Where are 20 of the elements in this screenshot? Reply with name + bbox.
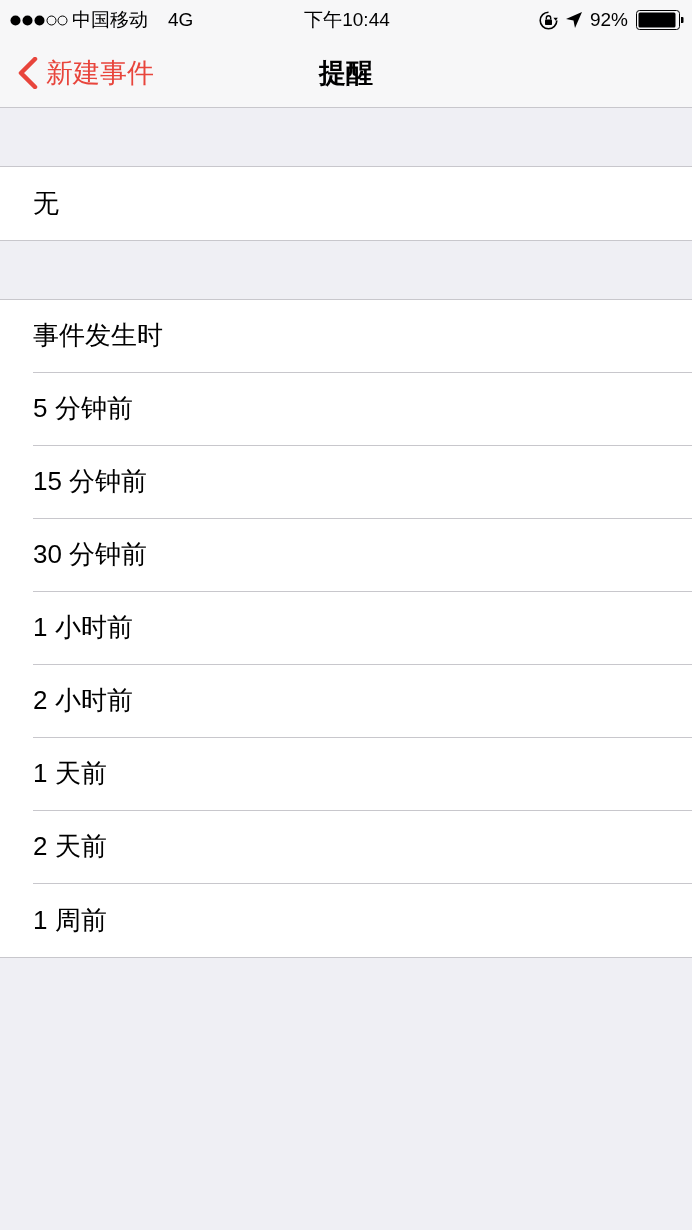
reminder-option[interactable]: 15 分钟前 bbox=[33, 446, 692, 519]
location-arrow-icon bbox=[565, 12, 582, 28]
back-chevron-icon bbox=[18, 57, 38, 90]
reminder-option[interactable]: 2 天前 bbox=[33, 811, 692, 884]
reminder-option[interactable]: 事件发生时 bbox=[33, 300, 692, 373]
reminder-option[interactable]: 2 小时前 bbox=[33, 665, 692, 738]
back-button[interactable]: 新建事件 bbox=[0, 53, 160, 94]
reminder-option[interactable]: 30 分钟前 bbox=[33, 519, 692, 592]
battery-percentage: 92% bbox=[589, 7, 628, 32]
signal-strength-icon bbox=[10, 14, 68, 26]
reminder-option[interactable]: 1 小时前 bbox=[33, 592, 692, 665]
network-type: 4G bbox=[168, 7, 194, 32]
orientation-lock-icon bbox=[538, 10, 558, 30]
screen-title: 提醒 bbox=[319, 57, 373, 90]
battery-icon bbox=[636, 10, 684, 30]
carrier-name: 中国移动 bbox=[72, 7, 148, 32]
reminder-option[interactable]: 1 周前 bbox=[33, 884, 692, 957]
clock-time: 下午10:44 bbox=[304, 7, 390, 32]
reminder-option[interactable]: 1 天前 bbox=[33, 738, 692, 811]
reminder-option[interactable]: 5 分钟前 bbox=[33, 373, 692, 446]
